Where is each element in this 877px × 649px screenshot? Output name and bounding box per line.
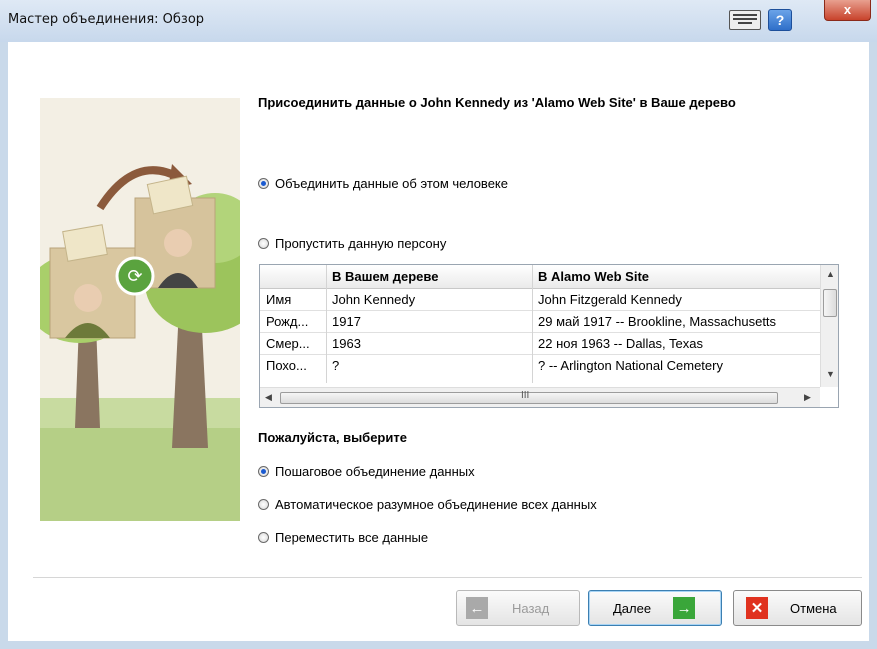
back-button[interactable]: ← Назад bbox=[456, 590, 580, 626]
auto-merge-radio[interactable]: Автоматическое разумное объединение всех… bbox=[258, 497, 597, 512]
merge-heading: Присоединить данные о John Kennedy из 'A… bbox=[258, 95, 736, 110]
keyboard-icon[interactable] bbox=[729, 10, 761, 30]
table-row[interactable]: Имя John Kennedy John Fitzgerald Kennedy bbox=[260, 289, 820, 311]
back-button-label: Назад bbox=[512, 600, 550, 616]
title-bar: Мастер объединения: Обзор ? x bbox=[0, 0, 877, 42]
skip-person-label: Пропустить данную персону bbox=[275, 236, 447, 251]
scroll-left-icon[interactable]: ◀ bbox=[265, 392, 272, 403]
arrow-left-icon: ← bbox=[466, 597, 488, 619]
stepwise-merge-radio[interactable]: Пошаговое объединение данных bbox=[258, 464, 475, 479]
scroll-up-icon[interactable]: ▲ bbox=[826, 269, 835, 279]
row-your-value: ? bbox=[332, 358, 340, 373]
header-your-tree: В Вашем дереве bbox=[332, 269, 439, 284]
row-your-value: 1917 bbox=[332, 314, 361, 329]
compare-table[interactable]: В Вашем дереве В Alamo Web Site Имя John… bbox=[259, 264, 839, 408]
cancel-button-label: Отмена bbox=[790, 600, 837, 616]
row-field: Рожд... bbox=[266, 314, 309, 329]
row-source-value: John Fitzgerald Kennedy bbox=[538, 292, 682, 307]
column-divider bbox=[532, 265, 533, 383]
arrow-right-icon: → bbox=[673, 597, 696, 619]
row-field: Смер... bbox=[266, 336, 310, 351]
row-source-value: 22 ноя 1963 -- Dallas, Texas bbox=[538, 336, 704, 351]
close-button[interactable]: x bbox=[824, 0, 871, 21]
wizard-window: Мастер объединения: Обзор ? x ⟳ Присоеди… bbox=[0, 0, 877, 649]
row-source-value: ? -- Arlington National Cemetery bbox=[538, 358, 723, 373]
footer-divider bbox=[33, 577, 862, 578]
merge-illustration: ⟳ bbox=[40, 98, 240, 521]
next-button[interactable]: Далее → bbox=[588, 590, 722, 626]
merge-person-radio[interactable]: Объединить данные об этом человеке bbox=[258, 176, 508, 191]
move-all-label: Переместить все данные bbox=[275, 530, 429, 545]
illustration-image: ⟳ bbox=[40, 98, 240, 521]
scroll-down-icon[interactable]: ▼ bbox=[826, 369, 835, 379]
radio-unselected-icon bbox=[258, 532, 269, 543]
column-divider bbox=[326, 265, 327, 383]
scroll-right-icon[interactable]: ▶ bbox=[804, 392, 811, 403]
skip-person-radio[interactable]: Пропустить данную персону bbox=[258, 236, 446, 251]
table-row[interactable]: Похо... ? ? -- Arlington National Cemete… bbox=[260, 355, 820, 376]
cancel-x-icon: ✕ bbox=[746, 597, 768, 619]
radio-selected-icon bbox=[258, 466, 269, 477]
radio-unselected-icon bbox=[258, 499, 269, 510]
cancel-button[interactable]: ✕ Отмена bbox=[733, 590, 862, 626]
radio-unselected-icon bbox=[258, 238, 269, 249]
scroll-grip: III bbox=[521, 390, 530, 401]
row-field: Имя bbox=[266, 292, 292, 307]
horizontal-scroll-thumb[interactable]: III bbox=[280, 390, 778, 404]
auto-merge-label: Автоматическое разумное объединение всех… bbox=[275, 497, 597, 512]
move-all-radio[interactable]: Переместить все данные bbox=[258, 530, 428, 545]
table-row[interactable]: Рожд... 1917 29 май 1917 -- Brookline, M… bbox=[260, 311, 820, 333]
table-row[interactable]: Смер... 1963 22 ноя 1963 -- Dallas, Texa… bbox=[260, 333, 820, 355]
table-header: В Вашем дереве В Alamo Web Site bbox=[260, 265, 820, 289]
row-field: Похо... bbox=[266, 358, 307, 373]
next-button-label: Далее bbox=[613, 600, 652, 616]
row-your-value: 1963 bbox=[332, 336, 361, 351]
merge-person-label: Объединить данные об этом человеке bbox=[275, 176, 508, 191]
vertical-scroll-thumb[interactable] bbox=[823, 289, 837, 317]
horizontal-scrollbar[interactable]: ◀ III ▶ bbox=[260, 387, 820, 407]
radio-selected-icon bbox=[258, 178, 269, 189]
header-source-site: В Alamo Web Site bbox=[538, 269, 650, 284]
row-source-value: 29 май 1917 -- Brookline, Massachusetts bbox=[538, 314, 777, 329]
svg-text:⟳: ⟳ bbox=[127, 266, 142, 287]
choose-label: Пожалуйста, выберите bbox=[258, 430, 407, 445]
row-your-value: John Kennedy bbox=[332, 292, 416, 307]
stepwise-merge-label: Пошаговое объединение данных bbox=[275, 464, 475, 479]
vertical-scrollbar[interactable]: ▲ ▼ bbox=[820, 265, 838, 387]
help-button[interactable]: ? bbox=[768, 9, 792, 31]
window-title: Мастер объединения: Обзор bbox=[8, 12, 205, 27]
